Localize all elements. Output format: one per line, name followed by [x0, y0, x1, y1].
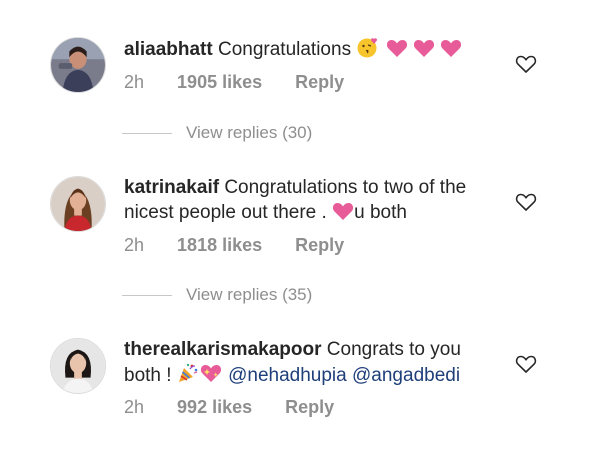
comment-meta: 2h 992 likes Reply [124, 396, 334, 418]
party-popper-icon [177, 362, 199, 391]
pink-heart-icon [413, 38, 435, 65]
view-replies-button[interactable]: View replies (30) [122, 123, 312, 143]
comment-text: aliaabhatt Congratulations [124, 36, 494, 65]
likes-count[interactable]: 992 likes [177, 396, 252, 418]
comment-body-end: u both [354, 202, 407, 223]
view-replies-label: View replies (35) [186, 285, 313, 304]
comment-meta: 2h 1905 likes Reply [124, 71, 344, 93]
view-replies-label: View replies (30) [186, 123, 313, 142]
avatar-photo [51, 177, 105, 231]
view-replies-button[interactable]: View replies (35) [122, 285, 312, 305]
heart-outline-icon[interactable] [515, 54, 537, 74]
comment-username[interactable]: aliaabhatt [124, 39, 213, 60]
comments-list: aliaabhatt Congratulations 2h 1905 likes… [0, 0, 600, 450]
avatar[interactable] [50, 37, 106, 93]
comment-time: 2h [124, 397, 145, 417]
mention-link[interactable]: @angadbedi [352, 365, 460, 386]
pink-heart-icon [440, 38, 462, 65]
avatar[interactable] [50, 176, 106, 232]
heart-outline-icon[interactable] [515, 192, 537, 212]
divider-line [122, 133, 172, 135]
pink-heart-icon [332, 201, 354, 228]
reply-button[interactable]: Reply [285, 396, 334, 418]
comment-username[interactable]: therealkarismakapoor [124, 339, 322, 360]
comment-text: katrinakaif Congratulations to two of th… [124, 175, 494, 228]
kissing-face-icon [356, 36, 380, 65]
reply-button[interactable]: Reply [295, 234, 344, 256]
pink-heart-icon [386, 38, 408, 65]
avatar[interactable] [50, 338, 106, 394]
comment-meta: 2h 1818 likes Reply [124, 234, 344, 256]
likes-count[interactable]: 1905 likes [177, 71, 262, 93]
comment-text: therealkarismakapoor Congrats to you bot… [124, 337, 494, 391]
sparkling-heart-icon [199, 362, 223, 391]
divider-line [122, 295, 172, 297]
avatar-photo [51, 38, 105, 92]
comment-time: 2h [124, 235, 145, 255]
heart-outline-icon[interactable] [515, 354, 537, 374]
mention-link[interactable]: @nehadhupia [228, 365, 347, 386]
comment-time: 2h [124, 72, 145, 92]
avatar-photo [51, 339, 105, 393]
likes-count[interactable]: 1818 likes [177, 234, 262, 256]
reply-button[interactable]: Reply [295, 71, 344, 93]
comment-username[interactable]: katrinakaif [124, 177, 219, 198]
comment-body: Congratulations [217, 39, 352, 60]
